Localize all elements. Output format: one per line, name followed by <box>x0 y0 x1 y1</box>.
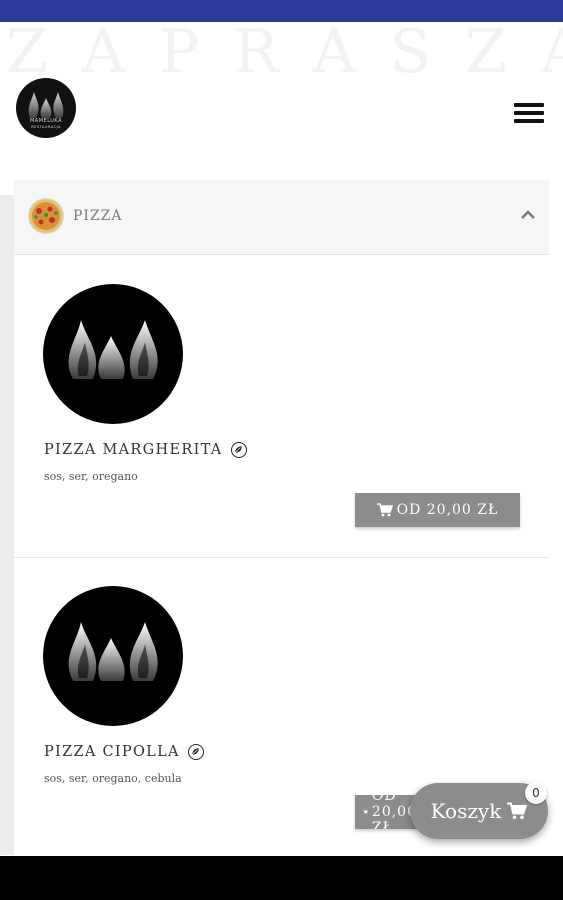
product-name: PIZZA CIPOLLA <box>44 744 204 760</box>
cart-label: Koszyk <box>430 799 502 823</box>
product-image[interactable] <box>43 586 183 726</box>
flame-logo-icon <box>28 92 64 118</box>
product-description: sos, ser, oregano <box>44 470 138 483</box>
cart-count-badge: 0 <box>525 782 547 804</box>
product-description: sos, ser, oregano, cebula <box>44 772 182 785</box>
vegetarian-leaf-icon <box>230 442 247 458</box>
shopping-cart-icon <box>376 503 393 517</box>
background-watermark: ZAPRASZAMY <box>6 22 563 82</box>
shopping-cart-icon <box>363 809 368 814</box>
product-name-text: PIZZA MARGHERITA <box>44 442 223 458</box>
price-label: OD 20,00 ZŁ <box>396 502 499 518</box>
system-navigation-bar <box>0 856 563 900</box>
product-image[interactable] <box>43 284 183 424</box>
category-header-pizza[interactable]: PIZZA <box>14 180 549 255</box>
product-card[interactable]: PIZZA MARGHERITA sos, ser, oregano OD 20… <box>14 256 549 558</box>
chevron-up-icon[interactable] <box>520 207 536 223</box>
category-title: PIZZA <box>73 208 123 224</box>
hamburger-menu-icon[interactable] <box>514 103 544 127</box>
left-gutter <box>0 195 14 855</box>
add-to-cart-button[interactable]: OD 20,00 ZŁ <box>355 493 520 527</box>
shopping-cart-icon <box>507 802 528 819</box>
vegetarian-leaf-icon <box>187 744 204 760</box>
restaurant-logo[interactable]: MAMELUKA RESTAURACJA <box>16 78 76 138</box>
status-bar <box>0 0 563 22</box>
product-name-text: PIZZA CIPOLLA <box>44 744 180 760</box>
logo-name: MAMELUKA <box>29 118 62 124</box>
product-name: PIZZA MARGHERITA <box>44 442 247 458</box>
logo-subtitle: RESTAURACJA <box>31 125 61 129</box>
add-to-cart-button[interactable]: OD 20,00 ZŁ <box>355 795 417 829</box>
pizza-thumbnail-icon <box>28 198 64 234</box>
